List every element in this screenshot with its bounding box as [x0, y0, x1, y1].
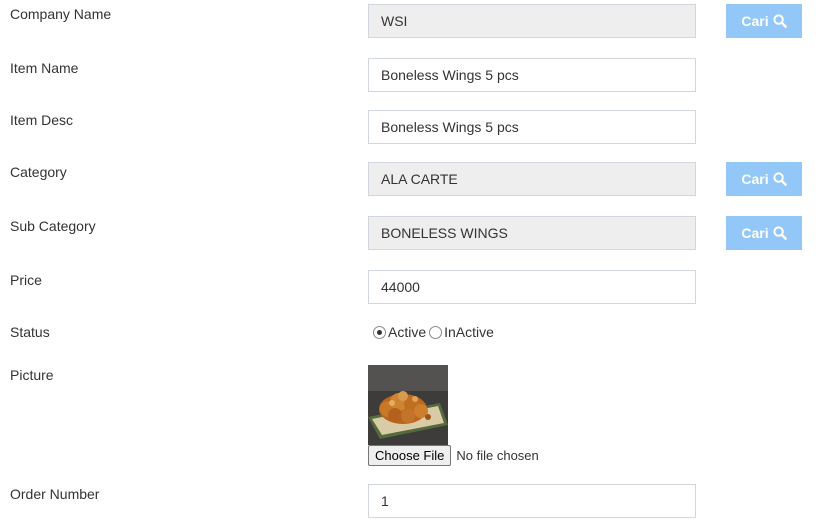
item-desc-label: Item Desc — [10, 112, 74, 128]
file-status-text: No file chosen — [456, 448, 539, 463]
order-number-label: Order Number — [10, 486, 100, 502]
status-option-label: InActive — [444, 324, 494, 340]
sub-category-label: Sub Category — [10, 218, 96, 234]
search-icon — [773, 172, 787, 186]
price-input[interactable]: 44000 — [368, 270, 696, 304]
status-option-label: Active — [388, 324, 427, 340]
radio-unchecked-icon[interactable] — [429, 325, 443, 339]
price-label: Price — [10, 272, 42, 288]
company-cari-button[interactable]: Cari — [726, 4, 802, 38]
status-label: Status — [10, 324, 50, 340]
company-name-label: Company Name — [10, 6, 112, 22]
sub-category-field[interactable]: BONELESS WINGS — [368, 216, 696, 250]
order-number-input[interactable]: 1 — [368, 484, 696, 518]
cari-button-label: Cari — [741, 171, 769, 187]
search-icon — [773, 226, 787, 240]
picture-label: Picture — [10, 367, 54, 383]
item-name-input[interactable]: Boneless Wings 5 pcs — [368, 58, 696, 92]
category-cari-button[interactable]: Cari — [726, 162, 802, 196]
file-picker: Choose File No file chosen — [368, 445, 539, 466]
item-desc-input[interactable]: Boneless Wings 5 pcs — [368, 110, 696, 144]
cari-button-label: Cari — [741, 225, 769, 241]
item-thumbnail — [368, 365, 448, 445]
status-option-inactive[interactable]: InActive — [429, 324, 494, 340]
sub-category-cari-button[interactable]: Cari — [726, 216, 802, 250]
category-field[interactable]: ALA CARTE — [368, 162, 696, 196]
cari-button-label: Cari — [741, 13, 769, 29]
item-name-label: Item Name — [10, 60, 79, 76]
company-name-field[interactable]: WSI — [368, 4, 696, 38]
search-icon — [773, 14, 787, 28]
status-option-active[interactable]: Active — [373, 324, 426, 340]
category-label: Category — [10, 164, 67, 180]
status-radio-group: Active InActive — [373, 323, 497, 341]
choose-file-button[interactable]: Choose File — [368, 445, 452, 466]
radio-checked-icon[interactable] — [373, 325, 386, 339]
